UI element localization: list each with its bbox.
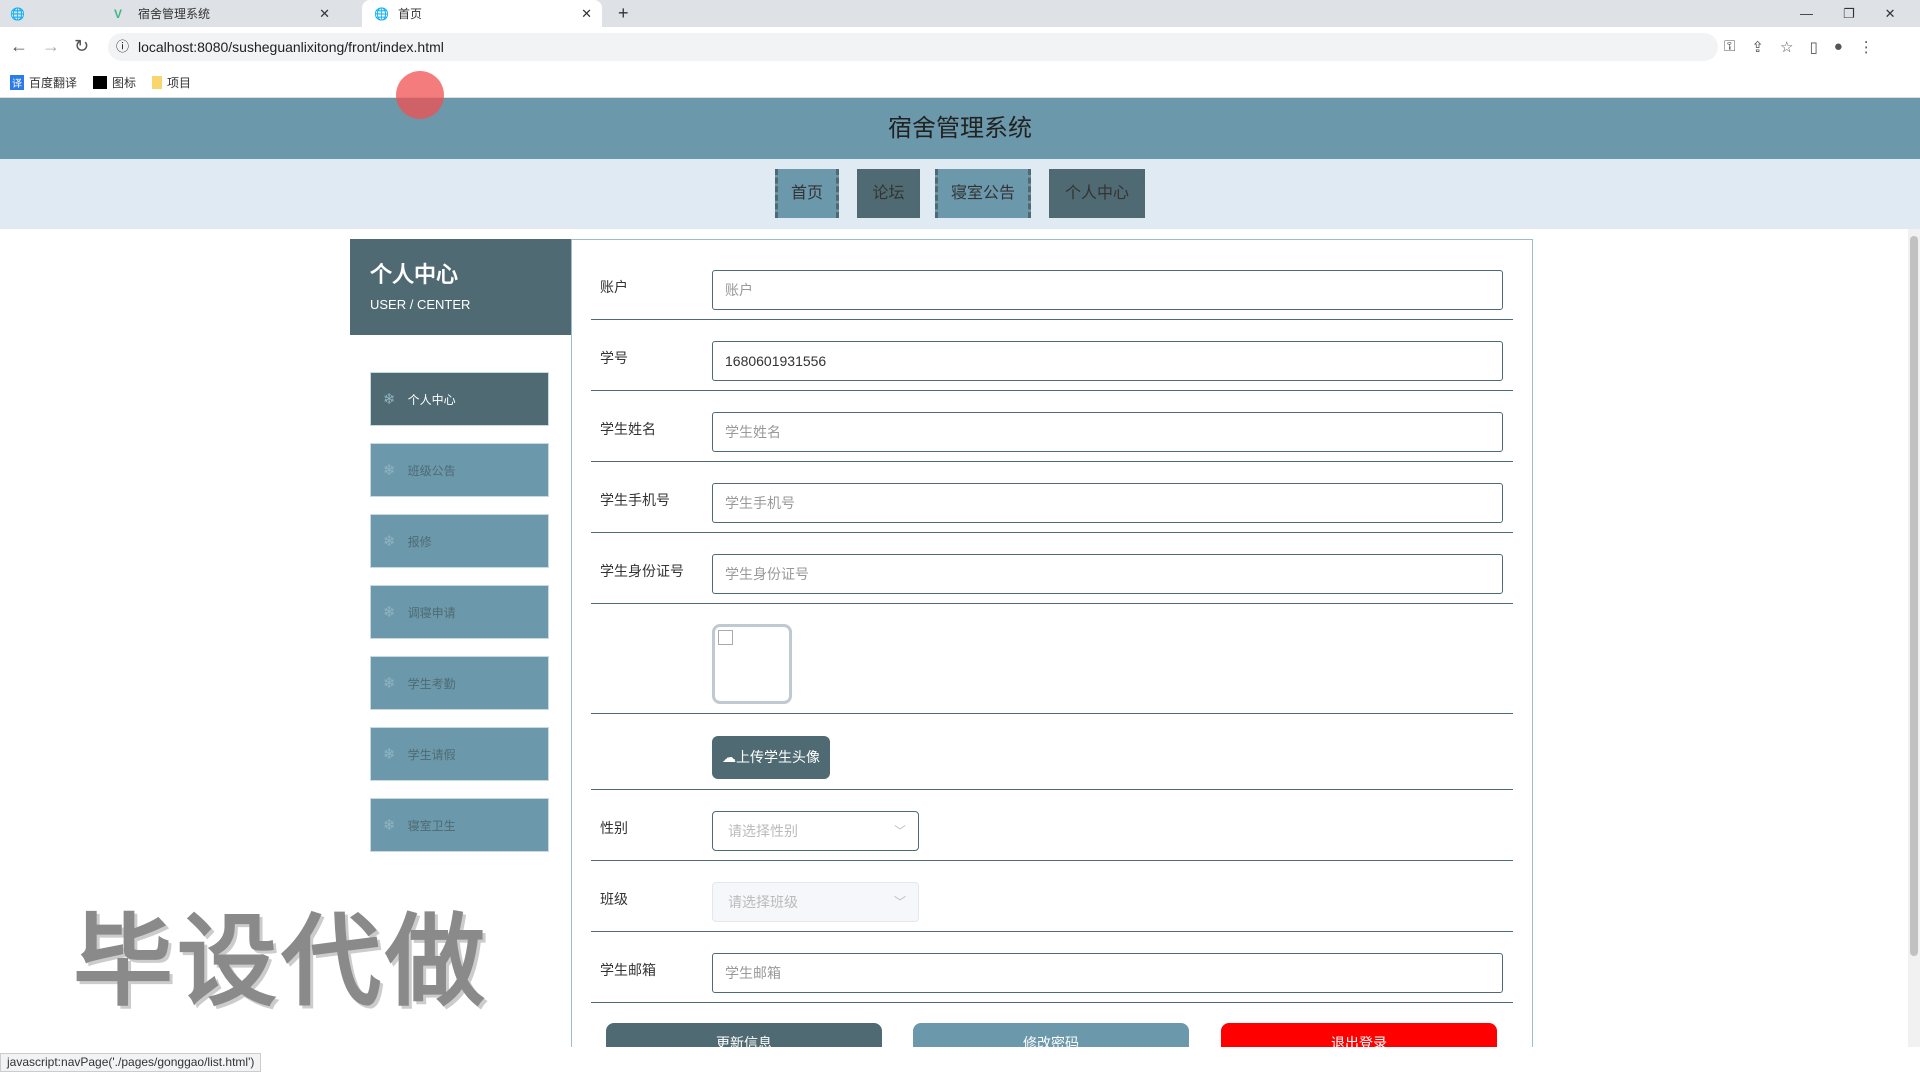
tab-title: 首页 xyxy=(398,7,423,21)
bookmark-label: 百度翻译 xyxy=(29,75,78,90)
profile-icon[interactable]: ● xyxy=(1834,38,1843,56)
url-text: localhost:8080/susheguanlixitong/front/i… xyxy=(138,39,444,55)
tab-title: 宿舍管理系统 xyxy=(138,7,211,21)
status-bar: javascript:navPage('./pages/gonggao/list… xyxy=(0,1053,262,1072)
gender-placeholder: 请选择性别 xyxy=(728,823,798,839)
sidebar-item-leave[interactable]: ❄ 学生请假 xyxy=(370,727,549,781)
back-icon[interactable]: ← xyxy=(10,36,28,57)
minimize-icon[interactable]: — xyxy=(1800,6,1813,21)
scrollbar-thumb[interactable] xyxy=(1910,236,1918,956)
browser-tab[interactable]: V 宿舍管理系统 ✕ xyxy=(100,0,340,27)
snowflake-icon: ❄ xyxy=(383,746,396,763)
sidebar-item-room-change[interactable]: ❄ 调寝申请 xyxy=(370,585,549,639)
sidebar-item-label: 寝室卫生 xyxy=(407,818,456,833)
id-card-input[interactable]: 学生身份证号 xyxy=(712,554,1503,594)
cloud-upload-icon: ☁ xyxy=(722,749,736,765)
sidebar-title: 个人中心 xyxy=(370,262,459,287)
bookmark-icons[interactable]: 图标 xyxy=(93,74,136,91)
browser-actions[interactable]: ⚿ ⇪ ☆ ▯ ● ⋮ xyxy=(1724,38,1874,56)
sidepanel-icon[interactable]: ▯ xyxy=(1809,38,1817,56)
sidebar-item-label: 班级公告 xyxy=(407,463,456,478)
close-icon[interactable]: ✕ xyxy=(1885,6,1896,22)
nav-forum[interactable]: 论坛 xyxy=(857,169,920,218)
page-bottom xyxy=(0,1047,1920,1072)
sidebar-item-hygiene[interactable]: ❄ 寝室卫生 xyxy=(370,798,549,852)
student-no-input[interactable]: 1680601931556 xyxy=(712,341,1503,381)
account-label: 账户 xyxy=(600,279,628,295)
nav-controls[interactable]: ← → ↻ xyxy=(10,36,89,57)
watermark: 毕设代做 xyxy=(73,906,489,1018)
reload-icon[interactable]: ↻ xyxy=(74,36,89,57)
sidebar-item-label: 学生请假 xyxy=(407,747,456,762)
sidebar-item-label: 学生考勤 xyxy=(407,676,456,691)
snowflake-icon: ❄ xyxy=(383,533,396,550)
class-select[interactable]: 请选择班级 ﹀ xyxy=(712,882,919,922)
sidebar-item-label: 个人中心 xyxy=(407,392,456,407)
info-icon: ⓘ xyxy=(116,39,130,54)
share-icon[interactable]: ⇪ xyxy=(1751,38,1764,56)
phone-label: 学生手机号 xyxy=(600,492,670,508)
phone-input[interactable]: 学生手机号 xyxy=(712,483,1503,523)
snowflake-icon: ❄ xyxy=(383,675,396,692)
broken-image-icon xyxy=(718,630,733,645)
folder-icon xyxy=(152,75,163,89)
close-icon[interactable]: ✕ xyxy=(581,6,592,22)
flag-icon xyxy=(93,75,108,89)
class-placeholder: 请选择班级 xyxy=(728,894,798,910)
sidebar-subtitle: USER / CENTER xyxy=(370,297,471,312)
window-controls[interactable]: — ❐ ✕ xyxy=(1800,0,1896,27)
restore-icon[interactable]: ❐ xyxy=(1843,6,1855,22)
class-label: 班级 xyxy=(600,891,628,907)
vue-icon: V xyxy=(114,6,123,21)
email-label: 学生邮箱 xyxy=(600,962,656,978)
nav-notice[interactable]: 寝室公告 xyxy=(935,169,1031,218)
bookmark-label: 图标 xyxy=(112,75,137,90)
bookmark-baidu[interactable]: 译百度翻译 xyxy=(10,74,77,91)
sidebar-item-attendance[interactable]: ❄ 学生考勤 xyxy=(370,656,549,710)
snowflake-icon: ❄ xyxy=(383,391,396,408)
sidebar-item-label: 调寝申请 xyxy=(407,605,456,620)
snowflake-icon: ❄ xyxy=(383,604,396,621)
new-tab-button[interactable]: + xyxy=(618,0,629,27)
url-input[interactable]: ⓘ localhost:8080/susheguanlixitong/front/… xyxy=(108,33,1718,61)
upload-avatar-button[interactable]: ☁上传学生头像 xyxy=(712,736,830,779)
click-indicator xyxy=(396,71,444,119)
upload-label: 上传学生头像 xyxy=(736,749,820,765)
bookmark-project[interactable]: 项目 xyxy=(152,74,191,91)
globe-icon[interactable]: 🌐 xyxy=(10,0,30,27)
globe-icon: 🌐 xyxy=(374,6,389,21)
nav-home[interactable]: 首页 xyxy=(775,169,839,218)
bookmark-label: 项目 xyxy=(167,75,192,90)
site-header: 宿舍管理系统 xyxy=(0,98,1920,159)
avatar-preview xyxy=(712,624,792,704)
chevron-down-icon: ﹀ xyxy=(893,824,906,838)
account-input[interactable]: 账户 xyxy=(712,270,1503,310)
browser-tab-active[interactable]: 🌐 首页 ✕ xyxy=(362,0,602,27)
star-icon[interactable]: ☆ xyxy=(1780,38,1793,56)
name-input[interactable]: 学生姓名 xyxy=(712,412,1503,452)
snowflake-icon: ❄ xyxy=(383,462,396,479)
email-input[interactable]: 学生邮箱 xyxy=(712,953,1503,993)
nav-user-center[interactable]: 个人中心 xyxy=(1049,169,1145,218)
sidebar-item-class-notice[interactable]: ❄ 班级公告 xyxy=(370,443,549,497)
gender-label: 性别 xyxy=(600,820,628,836)
forward-icon[interactable]: → xyxy=(42,36,60,57)
name-label: 学生姓名 xyxy=(600,421,656,437)
bookmarks-bar: 译百度翻译 图标 项目 xyxy=(0,67,1920,98)
snowflake-icon: ❄ xyxy=(383,817,396,834)
student-no-label: 学号 xyxy=(600,350,628,366)
key-icon[interactable]: ⚿ xyxy=(1724,38,1735,56)
sidebar-item-user-center[interactable]: ❄ 个人中心 xyxy=(370,372,549,426)
sidebar-item-label: 报修 xyxy=(407,534,432,549)
close-icon[interactable]: ✕ xyxy=(319,6,330,22)
menu-icon[interactable]: ⋮ xyxy=(1859,38,1874,56)
chevron-down-icon: ﹀ xyxy=(893,895,906,909)
gender-select[interactable]: 请选择性别 ﹀ xyxy=(712,811,919,851)
sidebar-item-repair[interactable]: ❄ 报修 xyxy=(370,514,549,568)
translate-icon: 译 xyxy=(10,74,24,90)
id-card-label: 学生身份证号 xyxy=(600,563,684,579)
sidebar-header: 个人中心 USER / CENTER xyxy=(350,239,571,335)
